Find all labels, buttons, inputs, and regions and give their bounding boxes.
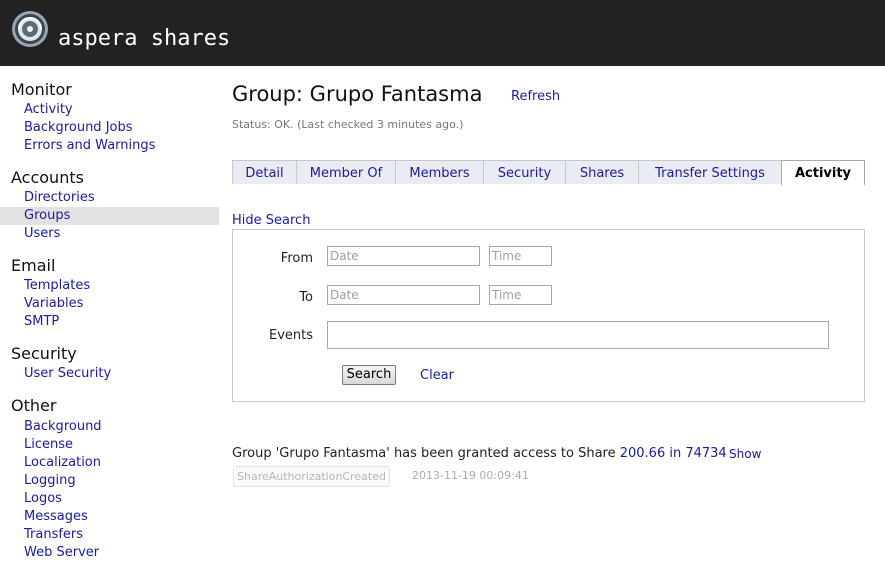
share-link[interactable]: 200.66 in 74734 [620,446,727,461]
tab-transfer-settings[interactable]: Transfer Settings [638,160,782,184]
sidebar-item-label: Background Jobs [24,120,133,135]
sidebar-section-security: Security [11,344,77,363]
events-input[interactable] [327,321,829,349]
aspera-logo-icon[interactable] [11,10,49,48]
tab-security[interactable]: Security [483,160,566,184]
tab-shares[interactable]: Shares [565,160,639,184]
refresh-link[interactable]: Refresh [511,89,560,104]
sidebar-item-label: License [24,437,74,452]
sidebar-item-label: Web Server [24,545,100,560]
sidebar-item-transfers[interactable]: Transfers [0,526,219,544]
sidebar-item-label: SMTP [24,314,60,329]
tab-bar: Detail Member Of Members Security Shares… [232,160,865,185]
show-link[interactable]: Show [729,447,761,461]
sidebar-item-background-jobs[interactable]: Background Jobs [0,119,219,137]
sidebar-item-license[interactable]: License [0,436,219,454]
sidebar-item-label: User Security [24,366,112,381]
sidebar-item-label: Logging [24,473,76,488]
clear-link[interactable]: Clear [420,368,454,383]
sidebar-item-groups[interactable]: Groups [0,207,219,225]
sidebar-item-label: Messages [24,509,88,524]
sidebar-item-label: Users [24,226,61,241]
hide-search-link[interactable]: Hide Search [232,213,310,228]
sidebar-item-variables[interactable]: Variables [0,295,219,313]
sidebar-item-label: Localization [24,455,101,470]
sidebar-item-label: Groups [24,208,71,223]
event-message-text: Group 'Grupo Fantasma' has been granted … [232,446,616,461]
sidebar-item-user-security[interactable]: User Security [0,365,219,383]
sidebar-item-label: Directories [24,190,95,205]
status-text: Status: OK. (Last checked 3 minutes ago.… [232,118,464,131]
sidebar-item-label: Templates [24,278,91,293]
brand-name: aspera shares [58,26,231,51]
sidebar-section-email: Email [11,256,56,275]
sidebar-item-logos[interactable]: Logos [0,490,219,508]
sidebar-item-label: Variables [24,296,84,311]
sidebar-item-smtp[interactable]: SMTP [0,313,219,331]
sidebar-item-label: Transfers [24,527,84,542]
sidebar-item-logging[interactable]: Logging [0,472,219,490]
from-date-input[interactable] [327,246,480,266]
sidebar-item-activity[interactable]: Activity [0,101,219,119]
sidebar-item-label: Activity [24,102,73,117]
tab-detail[interactable]: Detail [232,160,297,184]
sidebar-item-localization[interactable]: Localization [0,454,219,472]
page-title: Group: Grupo Fantasma [232,82,483,106]
sidebar-item-label: Logos [24,491,62,506]
to-time-input[interactable] [489,285,552,305]
from-label: From [280,251,313,266]
event-type-badge: ShareAuthorizationCreated [233,466,390,487]
tab-members[interactable]: Members [395,160,484,184]
sidebar-section-monitor: Monitor [11,80,72,99]
sidebar-item-errors-and-warnings[interactable]: Errors and Warnings [0,137,219,155]
sidebar-item-templates[interactable]: Templates [0,277,219,295]
sidebar-item-users[interactable]: Users [0,225,219,243]
event-message: Group 'Grupo Fantasma' has been granted … [232,446,727,461]
sidebar-item-background[interactable]: Background [0,418,219,436]
sidebar-section-other: Other [11,396,57,415]
sidebar-item-web-server[interactable]: Web Server [0,544,219,562]
top-header-bar: aspera shares [0,0,885,66]
from-time-input[interactable] [489,246,552,266]
sidebar-section-accounts: Accounts [11,168,84,187]
sidebar-item-directories[interactable]: Directories [0,189,219,207]
events-label: Events [268,328,313,343]
sidebar-item-messages[interactable]: Messages [0,508,219,526]
tab-activity[interactable]: Activity [781,160,865,185]
sidebar-item-label: Errors and Warnings [24,138,156,153]
event-timestamp: 2013-11-19 00:09:41 [412,469,529,482]
sidebar-item-label: Background [24,419,102,434]
tab-member-of[interactable]: Member Of [296,160,396,184]
to-date-input[interactable] [327,285,480,305]
to-label: To [299,290,313,305]
search-button[interactable]: Search [342,365,396,385]
